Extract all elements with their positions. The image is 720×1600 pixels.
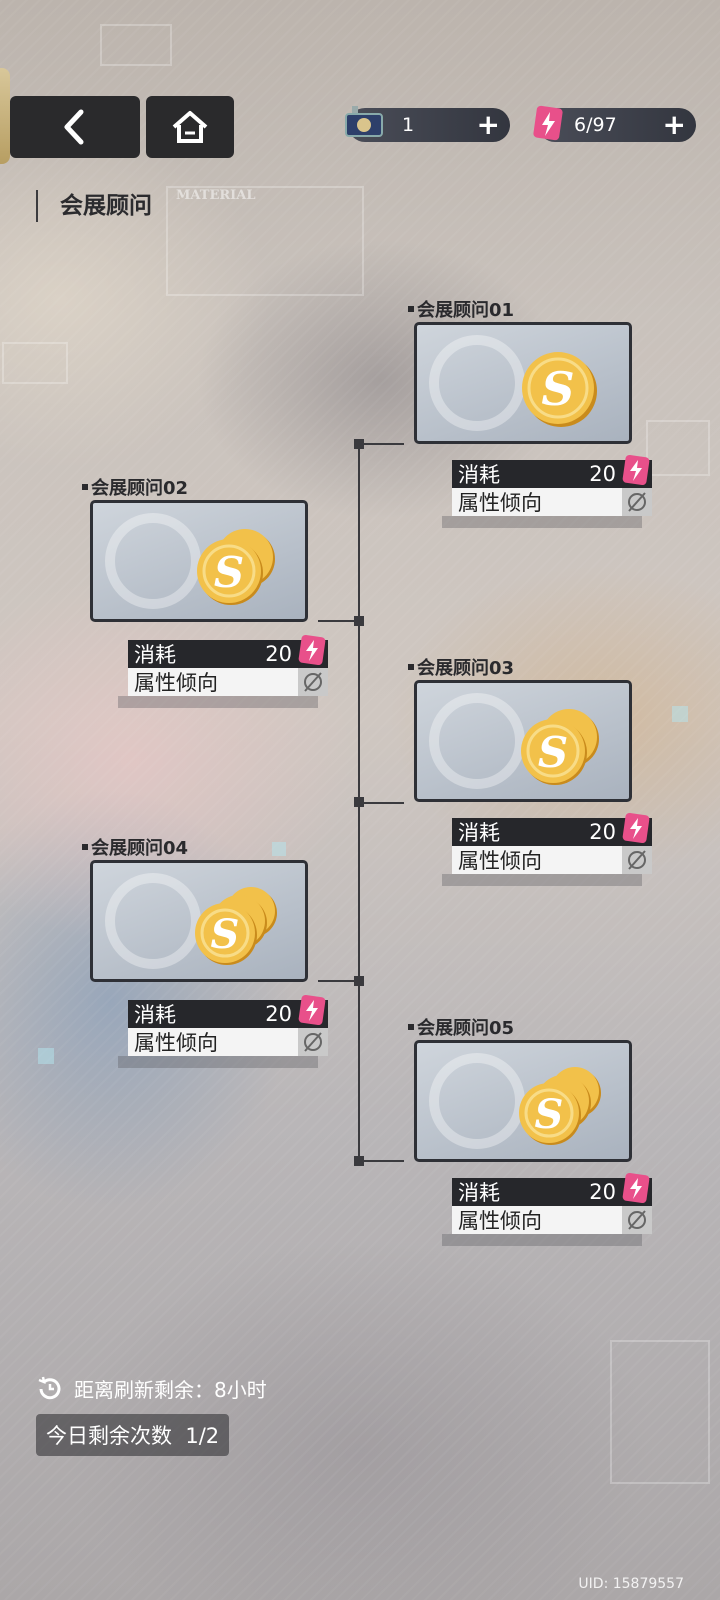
add-energy-button[interactable]: + bbox=[663, 110, 686, 140]
empty-set-icon bbox=[298, 1028, 328, 1056]
cost-label: 消耗 bbox=[134, 643, 176, 667]
tree-node-dot bbox=[354, 976, 364, 986]
energy-bolt-icon bbox=[298, 994, 326, 1026]
attribute-label: 属性倾向 bbox=[458, 491, 542, 515]
tree-node-dot bbox=[354, 1156, 364, 1166]
node-label: 会展顾问02 bbox=[82, 474, 188, 500]
svg-text:S: S bbox=[211, 911, 240, 958]
node-title: 会展顾问04 bbox=[91, 838, 189, 859]
background-particle bbox=[272, 842, 286, 856]
cost-value: 20 bbox=[589, 462, 616, 486]
node-title: 会展顾问01 bbox=[417, 300, 515, 321]
home-button[interactable] bbox=[146, 96, 234, 158]
ticket-resource[interactable]: 1 + bbox=[345, 106, 510, 142]
attribute-label: 属性倾向 bbox=[134, 1031, 218, 1055]
coin-icon: S bbox=[513, 347, 603, 433]
svg-text:S: S bbox=[541, 362, 574, 416]
attribute-label: 属性倾向 bbox=[458, 1209, 542, 1233]
attribute-label: 属性倾向 bbox=[458, 849, 542, 873]
cost-value: 20 bbox=[589, 1180, 616, 1204]
energy-bolt-icon bbox=[298, 634, 326, 666]
node-label: 会展顾问01 bbox=[408, 296, 514, 322]
node-card-03[interactable]: S bbox=[414, 680, 632, 802]
node-title: 会展顾问02 bbox=[91, 478, 189, 499]
ticket-icon bbox=[345, 106, 383, 137]
add-ticket-button[interactable]: + bbox=[477, 110, 500, 140]
node-info-05: 消耗 20 属性倾向 bbox=[442, 1172, 652, 1246]
ring-decoration bbox=[429, 693, 525, 789]
cost-label: 消耗 bbox=[458, 463, 500, 487]
background-watermark: MATERIAL bbox=[176, 188, 256, 203]
cost-label: 消耗 bbox=[458, 1181, 500, 1205]
cost-label: 消耗 bbox=[458, 821, 500, 845]
node-info-02: 消耗 20 属性倾向 bbox=[118, 634, 328, 708]
background-particle bbox=[38, 1048, 54, 1064]
ring-decoration bbox=[429, 1053, 525, 1149]
uid-label: UID: 15879557 bbox=[578, 1576, 684, 1592]
refresh-text: 距离刷新剩余：8小时 bbox=[74, 1378, 267, 1402]
empty-set-icon bbox=[298, 668, 328, 696]
node-card-01[interactable]: S bbox=[414, 322, 632, 444]
svg-text:S: S bbox=[535, 1091, 564, 1138]
coins-icon: S bbox=[189, 885, 279, 971]
tree-node-dot bbox=[354, 616, 364, 626]
remaining-count-badge: 今日剩余次数 1/2 bbox=[36, 1414, 230, 1456]
coins-icon: S bbox=[513, 705, 603, 791]
energy-bolt-icon bbox=[533, 105, 563, 141]
empty-set-icon bbox=[622, 488, 652, 516]
cost-label: 消耗 bbox=[134, 1003, 176, 1027]
home-icon bbox=[172, 111, 208, 143]
node-label: 会展顾问05 bbox=[408, 1014, 514, 1040]
ticket-count: 1 bbox=[402, 114, 415, 136]
svg-text:S: S bbox=[538, 728, 568, 777]
background-frame bbox=[610, 1340, 710, 1484]
energy-bolt-icon bbox=[622, 1172, 650, 1204]
node-title: 会展顾问03 bbox=[417, 658, 515, 679]
connector-04 bbox=[318, 980, 358, 982]
refresh-timer: 距离刷新剩余：8小时 bbox=[36, 1374, 267, 1403]
page-title: 会展顾问 bbox=[36, 190, 152, 222]
node-title: 会展顾问05 bbox=[417, 1018, 515, 1039]
attribute-label: 属性倾向 bbox=[134, 671, 218, 695]
tree-node-dot bbox=[354, 439, 364, 449]
energy-count: 6/97 bbox=[574, 114, 617, 136]
node-info-03: 消耗 20 属性倾向 bbox=[442, 812, 652, 886]
coins-icon: S bbox=[513, 1065, 603, 1151]
connector-03 bbox=[362, 802, 404, 804]
background-frame bbox=[646, 420, 710, 476]
node-card-04[interactable]: S bbox=[90, 860, 308, 982]
node-label: 会展顾问03 bbox=[408, 654, 514, 680]
chevron-left-icon bbox=[64, 109, 84, 145]
cost-value: 20 bbox=[265, 1002, 292, 1026]
energy-bolt-icon bbox=[622, 812, 650, 844]
node-card-05[interactable]: S bbox=[414, 1040, 632, 1162]
clock-icon bbox=[38, 1376, 61, 1399]
connector-01 bbox=[362, 443, 404, 445]
energy-bolt-icon bbox=[622, 454, 650, 486]
node-info-04: 消耗 20 属性倾向 bbox=[118, 994, 328, 1068]
background-frame bbox=[2, 342, 68, 384]
background-frame bbox=[100, 24, 172, 66]
tree-node-dot bbox=[354, 797, 364, 807]
back-button[interactable] bbox=[10, 96, 140, 158]
cost-value: 20 bbox=[589, 820, 616, 844]
connector-02 bbox=[318, 620, 358, 622]
background-particle bbox=[672, 706, 688, 722]
side-accent bbox=[0, 68, 10, 164]
ring-decoration bbox=[429, 335, 525, 431]
cost-value: 20 bbox=[265, 642, 292, 666]
empty-set-icon bbox=[622, 1206, 652, 1234]
empty-set-icon bbox=[622, 846, 652, 874]
energy-resource[interactable]: 6/97 + bbox=[533, 105, 696, 142]
node-label: 会展顾问04 bbox=[82, 834, 188, 860]
ring-decoration bbox=[105, 513, 201, 609]
node-card-02[interactable]: S bbox=[90, 500, 308, 622]
svg-text:S: S bbox=[214, 548, 244, 597]
connector-05 bbox=[362, 1160, 404, 1162]
coins-icon: S bbox=[189, 525, 279, 611]
ring-decoration bbox=[105, 873, 201, 969]
node-info-01: 消耗 20 属性倾向 bbox=[442, 454, 652, 528]
